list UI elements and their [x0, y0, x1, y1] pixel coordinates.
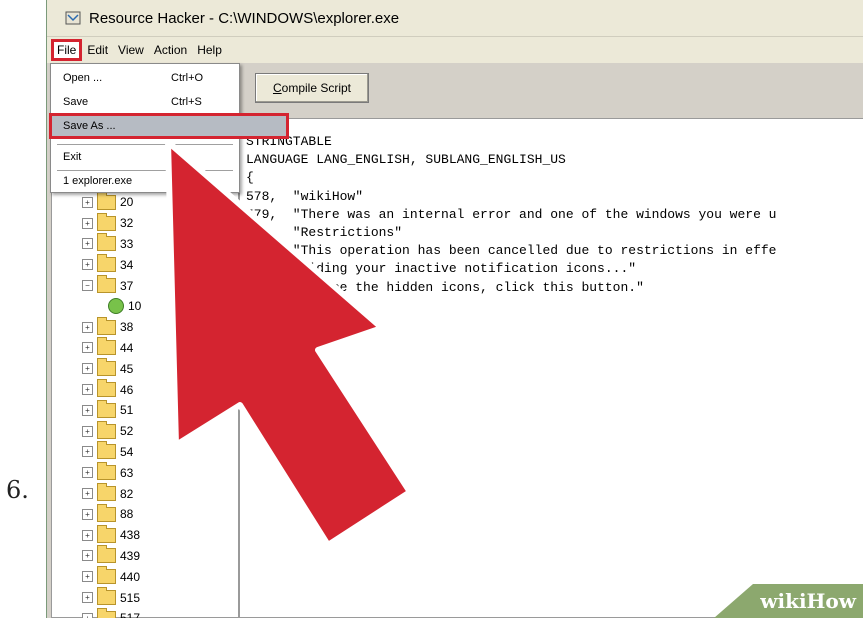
- pointer-arrow-icon: [165, 139, 413, 548]
